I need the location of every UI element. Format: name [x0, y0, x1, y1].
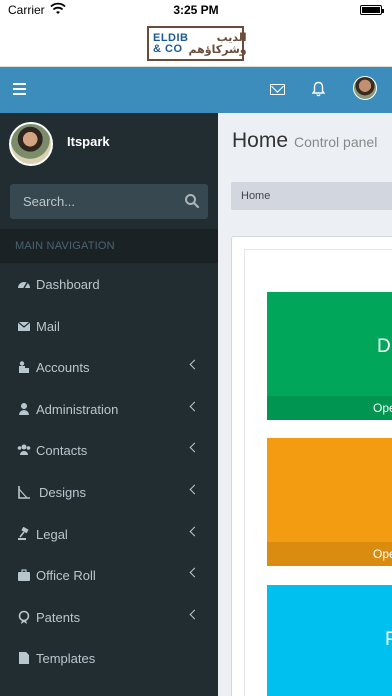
certificate-icon	[18, 610, 30, 624]
search-icon[interactable]	[184, 193, 200, 209]
sidebar-item-label: Office Roll	[36, 568, 96, 584]
sidebar-item-label: Mail	[36, 318, 60, 334]
logo-ar-line2: وشركاؤهم	[188, 42, 247, 56]
chevron-left-icon	[189, 609, 200, 620]
sidebar: Itspark MAIN NAVIGATION Dashboard Mail A…	[0, 113, 218, 696]
logo-ar-line1: الديب	[216, 30, 247, 44]
breadcrumb-home[interactable]: Home	[241, 190, 270, 202]
dashboard-box: D Ope U Ope P	[231, 236, 392, 696]
sidebar-item-designs[interactable]: Designs	[0, 471, 218, 513]
envelope-icon	[17, 321, 31, 331]
ruler-icon	[18, 485, 30, 499]
sidebar-item-dashboard[interactable]: Dashboard	[0, 263, 218, 305]
tile-label: D	[377, 336, 391, 357]
sidebar-item-label: Legal	[36, 526, 68, 542]
battery-icon	[360, 5, 384, 15]
tile-footer-link[interactable]: Ope	[267, 542, 392, 566]
user-icon	[19, 402, 29, 415]
chevron-left-icon	[189, 484, 200, 495]
avatar	[9, 122, 53, 166]
sidebar-item-legal[interactable]: Legal	[0, 513, 218, 555]
search-input[interactable]	[10, 184, 180, 219]
sidebar-item-templates[interactable]: Templates	[0, 637, 218, 679]
tile-green[interactable]: D Ope	[267, 292, 392, 420]
dashboard-icon	[18, 282, 30, 289]
tile-orange[interactable]: U Ope	[267, 438, 392, 566]
nav-header: MAIN NAVIGATION	[0, 229, 218, 263]
page-subtitle: Control panel	[294, 134, 378, 150]
gavel-icon	[18, 526, 29, 540]
menu-toggle-icon[interactable]	[13, 83, 26, 95]
tile-cyan[interactable]: P	[267, 585, 392, 696]
sidebar-menu: Dashboard Mail Accounts Administration C…	[0, 263, 218, 679]
main-content: Home Control panel Home D Ope U Ope P	[218, 113, 392, 696]
sidebar-item-patents[interactable]: Patents	[0, 596, 218, 638]
logo-bar: ELDIB & CO الديب وشركاؤهم	[0, 20, 392, 67]
sidebar-item-mail[interactable]: Mail	[0, 305, 218, 347]
sidebar-item-label: Dashboard	[36, 277, 100, 292]
chevron-left-icon	[189, 401, 200, 412]
chevron-left-icon	[189, 442, 200, 453]
sidebar-item-label: Patents	[36, 609, 81, 625]
tile-footer-link[interactable]: Ope	[267, 396, 392, 420]
page-title: Home Control panel	[232, 129, 377, 153]
status-bar: Carrier 3:25 PM	[0, 0, 392, 20]
bell-icon[interactable]	[312, 81, 325, 97]
company-logo: ELDIB & CO الديب وشركاؤهم	[147, 26, 247, 61]
briefcase-icon	[18, 569, 30, 582]
sidebar-item-office-roll[interactable]: Office Roll	[0, 554, 218, 596]
page-title-text: Home	[232, 129, 289, 152]
envelope-icon[interactable]	[270, 84, 285, 95]
user-avatar-small[interactable]	[353, 76, 377, 100]
sidebar-item-label: Designs	[39, 484, 86, 500]
chevron-left-icon	[189, 567, 200, 578]
user-panel: Itspark	[0, 113, 218, 183]
users-icon	[17, 444, 31, 456]
tile-label: P	[385, 629, 392, 650]
sidebar-search	[10, 184, 208, 219]
money-icon	[19, 361, 29, 374]
dashboard-panel: D Ope U Ope P	[244, 249, 392, 696]
breadcrumb: Home	[231, 182, 392, 210]
sidebar-item-accounts[interactable]: Accounts	[0, 346, 218, 388]
chevron-left-icon	[189, 359, 200, 370]
sidebar-item-label: Contacts	[36, 443, 88, 459]
sidebar-item-contacts[interactable]: Contacts	[0, 429, 218, 471]
top-navbar	[0, 67, 392, 113]
sidebar-item-administration[interactable]: Administration	[0, 388, 218, 430]
sidebar-item-label: Templates	[36, 651, 96, 667]
file-icon	[19, 652, 29, 665]
sidebar-item-label: Administration	[36, 401, 119, 417]
clock: 3:25 PM	[173, 3, 219, 17]
chevron-left-icon	[189, 526, 200, 537]
user-name: Itspark	[67, 134, 110, 149]
sidebar-item-label: Accounts	[36, 360, 90, 376]
logo-en-line2: & CO	[153, 42, 183, 55]
logo-en-line1: ELDIB	[153, 31, 189, 44]
